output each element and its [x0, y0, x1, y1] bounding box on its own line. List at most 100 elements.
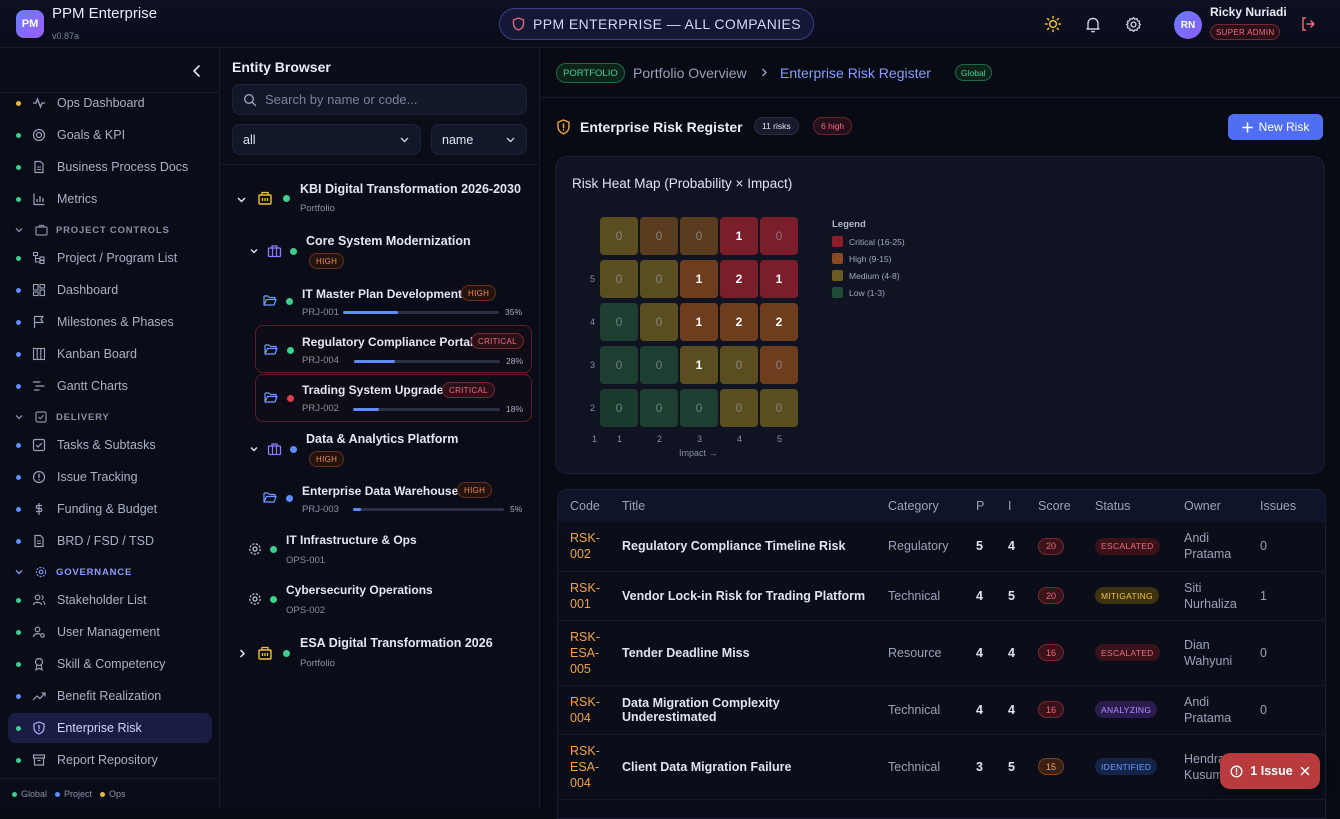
tree-node-program-core-system[interactable]: Core System Modernization HIGH: [220, 230, 539, 274]
risk-code[interactable]: RSK- ESA- 005: [558, 620, 610, 686]
heat-map-cell[interactable]: 2: [720, 303, 758, 341]
sidebar-item-kanban-board[interactable]: Kanban Board: [8, 339, 212, 369]
entity-type-filter-select[interactable]: all: [232, 124, 421, 155]
table-row[interactable]: RSK- ESA- 005 Tender Deadline Miss Resource 4…: [558, 620, 1325, 686]
sidebar-item-report-repository[interactable]: Report Repository: [8, 745, 212, 775]
heat-map-cell[interactable]: 1: [720, 217, 758, 255]
logout-icon[interactable]: [1298, 14, 1318, 34]
column-header-impact[interactable]: I: [996, 490, 1026, 522]
table-row[interactable]: RSK- 001 Vendor Lock-in Risk for Trading P…: [558, 571, 1325, 621]
sidebar-item-ops-dashboard[interactable]: Ops Dashboard: [8, 88, 212, 118]
tree-node-ops-cybersecurity[interactable]: Cybersecurity Operations OPS-002: [220, 580, 539, 620]
risk-code[interactable]: RSK- ESA- 004: [558, 734, 610, 800]
sidebar-item-skill-competency[interactable]: Skill & Competency: [8, 649, 212, 679]
column-header-status[interactable]: Status: [1083, 490, 1172, 522]
column-header-issues[interactable]: Issues: [1248, 490, 1325, 522]
user-avatar[interactable]: RN: [1174, 11, 1202, 39]
collapse-sidebar-chevron-left-icon[interactable]: [188, 62, 206, 80]
heat-map-cell[interactable]: 0: [640, 217, 678, 255]
heat-map-cell[interactable]: 0: [600, 389, 638, 427]
tree-node-program-data-analytics[interactable]: Data & Analytics Platform HIGH: [220, 428, 539, 472]
risk-title[interactable]: Data Migration Complexity Underestimated: [610, 685, 876, 735]
settings-gear-icon[interactable]: [1123, 14, 1143, 34]
heat-map-cell[interactable]: 0: [720, 346, 758, 384]
tree-node-portfolio-esa[interactable]: ESA Digital Transformation 2026 Portfoli…: [220, 633, 539, 673]
entity-search-input[interactable]: [265, 92, 505, 107]
table-row[interactable]: RSK- ESA- 004 Client Data Migration Failure…: [558, 734, 1325, 800]
tree-node-project-regulatory-compliance[interactable]: Regulatory Compliance Portal CRITICAL PR…: [255, 325, 532, 373]
new-risk-button[interactable]: New Risk: [1228, 114, 1323, 140]
column-header-owner[interactable]: Owner: [1172, 490, 1248, 522]
column-header-score[interactable]: Score: [1026, 490, 1083, 522]
heat-map-cell[interactable]: 2: [720, 260, 758, 298]
sidebar-item-milestones-phases[interactable]: Milestones & Phases: [8, 307, 212, 337]
heat-map-cell[interactable]: 0: [640, 346, 678, 384]
sidebar-item-user-management[interactable]: User Management: [8, 617, 212, 647]
tree-node-project-trading-system[interactable]: Trading System Upgrade CRITICAL PRJ-002 …: [255, 374, 532, 422]
sidebar-item-metrics[interactable]: Metrics: [8, 184, 212, 214]
notification-bell-icon[interactable]: [1083, 14, 1103, 34]
risk-title[interactable]: Vendor Lock-in Risk for Trading Platform: [610, 571, 876, 621]
breadcrumb-portfolio-overview-link[interactable]: Portfolio Overview: [633, 65, 747, 81]
column-header-code[interactable]: Code: [558, 490, 610, 522]
heat-map-cell[interactable]: 0: [760, 346, 798, 384]
sidebar-item-tasks-subtasks[interactable]: Tasks & Subtasks: [8, 430, 212, 460]
sidebar-item-business-process-docs[interactable]: Business Process Docs: [8, 152, 212, 182]
chevron-down-icon[interactable]: [249, 246, 259, 256]
issue-notification-button[interactable]: 1 Issue: [1220, 753, 1320, 789]
column-header-title[interactable]: Title: [610, 490, 876, 522]
sidebar-item-gantt-charts[interactable]: Gantt Charts: [8, 371, 212, 401]
tree-node-project-it-master-plan[interactable]: IT Master Plan Development HIGH PRJ-001 …: [255, 283, 532, 323]
heat-map-cell[interactable]: 0: [600, 303, 638, 341]
company-scope-selector[interactable]: PPM ENTERPRISE — ALL COMPANIES: [499, 8, 814, 40]
table-row[interactable]: RSK- 004 Data Migration Complexity Underes…: [558, 685, 1325, 735]
heat-map-cell[interactable]: 0: [640, 389, 678, 427]
chevron-down-icon[interactable]: [249, 444, 259, 454]
tree-node-ops-it-infrastructure[interactable]: IT Infrastructure & Ops OPS-001: [220, 530, 539, 570]
heat-map-cell[interactable]: 0: [600, 217, 638, 255]
column-header-category[interactable]: Category: [876, 490, 964, 522]
sidebar-section-delivery[interactable]: DELIVERY: [14, 409, 110, 425]
table-row[interactable]: RSK- 002 Regulatory Compliance Timeline Ri…: [558, 522, 1325, 572]
heat-map-cell[interactable]: 0: [640, 303, 678, 341]
sidebar-item-funding-budget[interactable]: Funding & Budget: [8, 494, 212, 524]
theme-toggle-sun-icon[interactable]: [1043, 14, 1063, 34]
sidebar-item-stakeholder-list[interactable]: Stakeholder List: [8, 585, 212, 615]
sidebar-item-brd-fsd-tsd[interactable]: BRD / FSD / TSD: [8, 526, 212, 556]
sidebar-item-goals-kpi[interactable]: Goals & KPI: [8, 120, 212, 150]
app-logo[interactable]: PM: [16, 10, 44, 38]
tree-node-portfolio-kbi[interactable]: KBI Digital Transformation 2026-2030 Por…: [220, 178, 539, 218]
heat-map-cell[interactable]: 0: [760, 217, 798, 255]
risk-title[interactable]: Tender Deadline Miss: [610, 620, 876, 686]
chevron-right-icon[interactable]: [237, 648, 247, 659]
heat-map-cell[interactable]: 0: [680, 389, 718, 427]
sidebar-item-enterprise-risk[interactable]: Enterprise Risk: [8, 713, 212, 743]
sidebar-section-governance[interactable]: GOVERNANCE: [14, 564, 132, 580]
sidebar-item-benefit-realization[interactable]: Benefit Realization: [8, 681, 212, 711]
sidebar-item-issue-tracking[interactable]: Issue Tracking: [8, 462, 212, 492]
risk-title[interactable]: Client Data Migration Failure: [610, 734, 876, 800]
heat-map-cell[interactable]: 0: [760, 389, 798, 427]
entity-sort-select[interactable]: name: [431, 124, 527, 155]
tree-node-project-enterprise-data-warehouse[interactable]: Enterprise Data Warehouse HIGH PRJ-003 5…: [255, 480, 532, 520]
heat-map-cell[interactable]: 0: [680, 217, 718, 255]
heat-map-cell[interactable]: 1: [760, 260, 798, 298]
heat-map-cell[interactable]: 0: [640, 260, 678, 298]
close-icon[interactable]: [1300, 766, 1310, 776]
column-header-probability[interactable]: P: [964, 490, 996, 522]
risk-code[interactable]: RSK- 001: [558, 571, 610, 621]
heat-map-cell[interactable]: 1: [680, 346, 718, 384]
risk-code[interactable]: RSK- 004: [558, 685, 610, 735]
sidebar-item-dashboard[interactable]: Dashboard: [8, 275, 212, 305]
entity-search-box[interactable]: [232, 84, 527, 115]
heat-map-cell[interactable]: 1: [680, 260, 718, 298]
heat-map-cell[interactable]: 0: [600, 260, 638, 298]
heat-map-cell[interactable]: 2: [760, 303, 798, 341]
risk-title[interactable]: Regulatory Compliance Timeline Risk: [610, 522, 876, 572]
heat-map-cell[interactable]: 1: [680, 303, 718, 341]
sidebar-section-project-controls[interactable]: PROJECT CONTROLS: [14, 222, 170, 238]
sidebar-item-project-program-list[interactable]: Project / Program List: [8, 243, 212, 273]
chevron-down-icon[interactable]: [236, 194, 247, 205]
heat-map-cell[interactable]: 0: [720, 389, 758, 427]
risk-code[interactable]: RSK- 002: [558, 522, 610, 572]
